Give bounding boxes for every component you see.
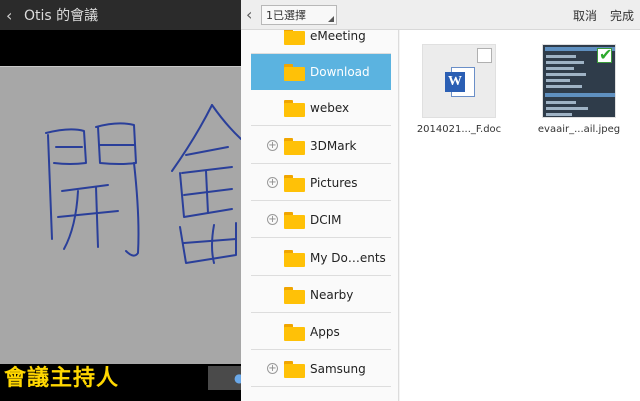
folder-name: My Do…ents <box>310 251 386 265</box>
background-toolbar-strip: ● <box>208 366 241 390</box>
folder-icon <box>284 64 305 81</box>
folder-item-my-documents[interactable]: My Do…ents <box>251 240 391 276</box>
word-icon-letter: W <box>445 72 465 92</box>
folder-name: DCIM <box>310 213 342 227</box>
file-thumbnail[interactable]: W <box>422 44 496 118</box>
handwriting-strokes <box>45 104 241 264</box>
file-name: evaair_...ail.jpeg <box>537 124 621 135</box>
file-checkbox[interactable] <box>477 48 492 63</box>
selection-count-label: 1已選擇 <box>266 8 306 22</box>
folder-name: Apps <box>310 325 340 339</box>
file-name: 2014021..._F.doc <box>416 124 502 135</box>
folder-item-webex[interactable]: webex <box>251 90 391 126</box>
folder-icon <box>284 287 305 304</box>
person-icon[interactable]: ● <box>234 371 241 385</box>
folder-name: Nearby <box>310 288 354 302</box>
file-picker-dialog: ‹ 1已選擇 取消 完成 eMeeting Download webex + 3… <box>241 0 640 401</box>
folder-item-pictures[interactable]: + Pictures <box>251 165 391 201</box>
folder-icon <box>284 175 305 192</box>
folder-name: Download <box>310 65 370 79</box>
folder-icon <box>284 212 305 229</box>
back-icon[interactable]: ‹ <box>0 6 20 25</box>
folder-name: Pictures <box>310 176 358 190</box>
cancel-button[interactable]: 取消 <box>573 7 597 24</box>
whiteboard-canvas[interactable] <box>0 66 241 364</box>
host-label: 會議主持人 <box>4 366 120 391</box>
checkmark-icon: ✔ <box>599 45 613 64</box>
folder-item-emeeting[interactable]: eMeeting <box>251 30 391 54</box>
background-app-header: ‹ Otis 的會議 <box>0 0 241 30</box>
background-app: ‹ Otis 的會議 ● 會議主持人 <box>0 0 241 401</box>
picker-header: ‹ 1已選擇 取消 完成 <box>241 0 640 30</box>
expand-icon[interactable]: + <box>267 177 278 188</box>
file-checkbox-checked[interactable]: ✔ <box>597 45 613 64</box>
expand-icon[interactable]: + <box>267 214 278 225</box>
folder-icon <box>284 30 305 45</box>
expand-icon[interactable]: + <box>267 363 278 374</box>
folder-icon <box>284 250 305 267</box>
folder-item-samsung[interactable]: + Samsung <box>251 351 391 387</box>
folder-icon <box>284 138 305 155</box>
file-grid: W 2014021..._F.doc ✔ evaair_...ail.jpeg <box>400 30 640 401</box>
folder-item-dcim[interactable]: + DCIM <box>251 202 391 238</box>
folder-name: eMeeting <box>310 30 366 43</box>
folder-list[interactable]: eMeeting Download webex + 3DMark + Pictu… <box>241 30 399 401</box>
folder-name: Samsung <box>310 362 366 376</box>
folder-icon <box>284 100 305 117</box>
folder-name: 3DMark <box>310 139 357 153</box>
done-button[interactable]: 完成 <box>610 7 634 24</box>
back-icon[interactable]: ‹ <box>241 5 259 24</box>
folder-item-apps[interactable]: Apps <box>251 314 391 350</box>
folder-name: webex <box>310 101 350 115</box>
folder-icon <box>284 361 305 378</box>
file-thumbnail[interactable]: ✔ <box>542 44 616 118</box>
folder-item-download[interactable]: Download <box>251 54 391 90</box>
meeting-title: Otis 的會議 <box>24 8 99 24</box>
folder-icon <box>284 324 305 341</box>
folder-item-3dmark[interactable]: + 3DMark <box>251 128 391 164</box>
expand-icon[interactable]: + <box>267 140 278 151</box>
dropdown-corner-icon <box>328 15 334 22</box>
word-document-icon: W <box>445 67 475 97</box>
selection-count-dropdown[interactable]: 1已選擇 <box>261 4 337 25</box>
folder-item-nearby[interactable]: Nearby <box>251 277 391 313</box>
